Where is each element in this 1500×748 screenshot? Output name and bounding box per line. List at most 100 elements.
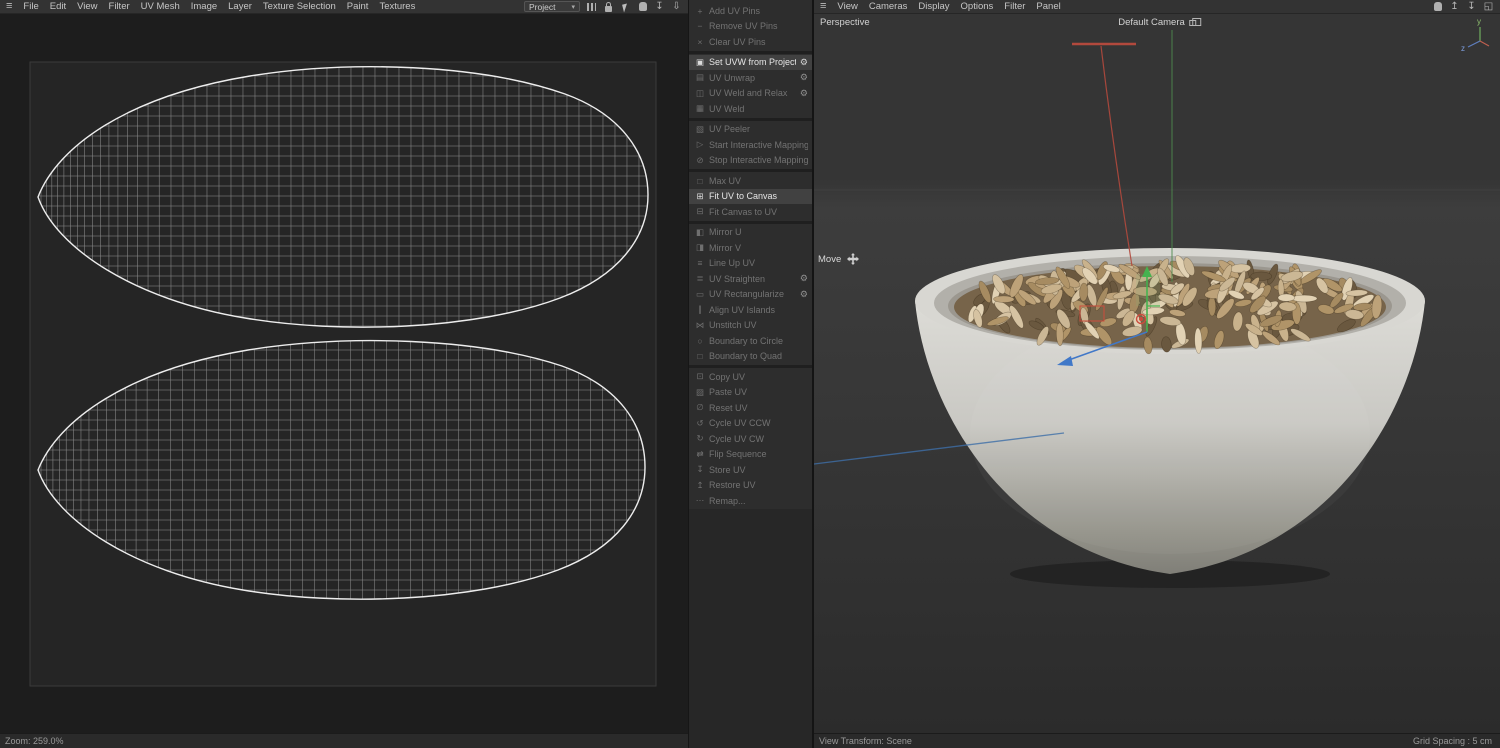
download-arrow-icon[interactable]: ⇩ — [671, 1, 682, 13]
tool-item-label: Unstitch UV — [709, 320, 757, 331]
tool-item-max-uv[interactable]: □ Max UV — [689, 173, 812, 189]
tool-item-add-uv-pins[interactable]: + Add UV Pins — [689, 3, 812, 19]
tool-item-cycle-uv-ccw[interactable]: ↺ Cycle UV CCW — [689, 416, 812, 432]
clear-uv-pins-icon: × — [697, 36, 703, 47]
gear-icon[interactable]: ⚙ — [800, 273, 808, 284]
zoom-level: Zoom: 259.0% — [5, 736, 64, 746]
tool-item-reset-uv[interactable]: ∅ Reset UV — [689, 400, 812, 416]
camera-label[interactable]: Default Camera — [1118, 17, 1201, 28]
gizmo-red-dot — [1139, 317, 1143, 321]
cursor-icon[interactable] — [620, 1, 631, 13]
menu-textures[interactable]: Textures — [379, 1, 415, 12]
tool-item-fit-uv-to-canvas[interactable]: ⊞ Fit UV to Canvas — [689, 188, 812, 204]
viewport-menu-filter[interactable]: Filter — [1004, 1, 1025, 12]
tool-item-label: Restore UV — [709, 480, 756, 491]
max-uv-icon: □ — [697, 175, 703, 186]
tool-item-paste-uv[interactable]: ▨ Paste UV — [689, 385, 812, 401]
tool-item-boundary-to-circle[interactable]: ○ Boundary to Circle — [689, 333, 812, 349]
tool-item-copy-uv[interactable]: ⊡ Copy UV — [689, 369, 812, 385]
tool-group-separator — [689, 169, 812, 172]
tool-item-set-uvw-from-projection[interactable]: ▣ Set UVW from Projection ⚙ — [689, 54, 812, 70]
tool-item-remap[interactable]: ⋯ Remap... — [689, 493, 812, 509]
reset-uv-icon: ∅ — [696, 402, 704, 413]
menu-file[interactable]: File — [23, 1, 38, 12]
tool-item-label: Flip Sequence — [709, 449, 767, 460]
uv-weld-and-relax-icon: ◫ — [695, 87, 705, 98]
import-arrow-icon[interactable]: ↧ — [1466, 1, 1477, 13]
tool-item-label: Clear UV Pins — [709, 36, 766, 47]
axis-gadget: y z — [1461, 17, 1490, 53]
tool-item-align-uv-islands[interactable]: ∥ Align UV Islands — [689, 302, 812, 318]
viewport-menu-cameras[interactable]: Cameras — [869, 1, 908, 12]
tool-item-uv-unwrap[interactable]: ▤ UV Unwrap ⚙ — [689, 70, 812, 86]
tool-item-clear-uv-pins[interactable]: × Clear UV Pins — [689, 34, 812, 50]
gear-icon[interactable]: ⚙ — [800, 88, 808, 99]
project-selector[interactable]: Project ▾ — [524, 1, 580, 12]
mirror-u-icon: ◧ — [695, 226, 705, 237]
camera-swap-icon[interactable] — [1188, 17, 1201, 26]
tool-item-uv-rectangularize[interactable]: ▭ UV Rectangularize ⚙ — [689, 287, 812, 303]
tool-item-fit-canvas-to-uv[interactable]: ⊟ Fit Canvas to UV — [689, 204, 812, 220]
menu-uv-mesh[interactable]: UV Mesh — [141, 1, 180, 12]
tool-item-uv-weld-and-relax[interactable]: ◫ UV Weld and Relax ⚙ — [689, 86, 812, 102]
active-tool-label[interactable]: Move — [818, 253, 860, 265]
tool-item-mirror-v[interactable]: ◨ Mirror V — [689, 240, 812, 256]
mirror-v-icon: ◨ — [695, 242, 705, 253]
align-uv-islands-icon: ∥ — [697, 304, 703, 315]
menu-edit[interactable]: Edit — [50, 1, 66, 12]
tool-item-stop-interactive-mapping[interactable]: ⊘ Stop Interactive Mapping — [689, 153, 812, 169]
tool-item-remove-uv-pins[interactable]: − Remove UV Pins — [689, 19, 812, 35]
viewport-scene[interactable] — [814, 14, 1500, 733]
hand-icon[interactable] — [1432, 1, 1443, 13]
remove-uv-pins-icon: − — [697, 21, 703, 32]
tool-item-mirror-u[interactable]: ◧ Mirror U — [689, 225, 812, 241]
tool-item-uv-weld[interactable]: ▦ UV Weld — [689, 101, 812, 117]
menu-filter[interactable]: Filter — [109, 1, 130, 12]
cycle-uv-cw-icon: ↻ — [696, 433, 704, 444]
menu-layer[interactable]: Layer — [228, 1, 252, 12]
tool-group-separator — [689, 50, 812, 54]
import-arrow-icon[interactable]: ↧ — [654, 1, 665, 13]
viewport-menu-display[interactable]: Display — [918, 1, 949, 12]
tool-item-boundary-to-quad[interactable]: □ Boundary to Quad — [689, 349, 812, 365]
tool-item-cycle-uv-cw[interactable]: ↻ Cycle UV CW — [689, 431, 812, 447]
tool-item-unstitch-uv[interactable]: ⋈ Unstitch UV — [689, 318, 812, 334]
tool-item-uv-peeler[interactable]: ▧ UV Peeler — [689, 122, 812, 138]
lock-icon[interactable] — [603, 1, 614, 13]
tool-item-restore-uv[interactable]: ↥ Restore UV — [689, 478, 812, 494]
gear-icon[interactable]: ⚙ — [800, 57, 808, 68]
view-type-label[interactable]: Perspective — [820, 17, 870, 28]
uv-image-region — [29, 61, 657, 687]
tool-item-flip-sequence[interactable]: ⇄ Flip Sequence — [689, 447, 812, 463]
menu-texture-selection[interactable]: Texture Selection — [263, 1, 336, 12]
hand-icon[interactable] — [637, 1, 648, 13]
gear-icon[interactable]: ⚙ — [800, 72, 808, 83]
viewport-menu-options[interactable]: Options — [961, 1, 994, 12]
tool-item-line-up-uv[interactable]: ≡ Line Up UV — [689, 256, 812, 272]
viewport-menu-view[interactable]: View — [837, 1, 857, 12]
boundary-to-circle-icon: ○ — [697, 335, 703, 346]
uv-menubar: ≡ File Edit View Filter UV Mesh Image Layer Tex… — [0, 0, 688, 14]
tool-item-label: Copy UV — [709, 371, 746, 382]
tool-item-label: Align UV Islands — [709, 304, 776, 315]
copy-uv-icon: ⊡ — [696, 371, 704, 382]
hamburger-menu-icon[interactable]: ≡ — [6, 0, 12, 13]
menu-image[interactable]: Image — [191, 1, 217, 12]
maximize-icon[interactable]: ◱ — [1483, 1, 1494, 13]
start-interactive-mapping-icon: ▷ — [696, 139, 704, 150]
tool-item-uv-straighten[interactable]: ≣ UV Straighten ⚙ — [689, 271, 812, 287]
hamburger-menu-icon[interactable]: ≡ — [820, 0, 826, 13]
tool-item-label: Cycle UV CW — [709, 433, 765, 444]
gear-icon[interactable]: ⚙ — [800, 289, 808, 300]
uv-canvas[interactable] — [0, 14, 688, 733]
export-arrow-icon[interactable]: ↥ — [1449, 1, 1460, 13]
uv-tool-list: + Add UV Pins − Remove UV Pins × Clear UV Pin… — [689, 0, 812, 509]
menu-paint[interactable]: Paint — [347, 1, 369, 12]
viewport-menu-panel[interactable]: Panel — [1036, 1, 1060, 12]
tool-item-store-uv[interactable]: ↧ Store UV — [689, 462, 812, 478]
histogram-icon[interactable] — [586, 1, 597, 13]
menu-view[interactable]: View — [77, 1, 97, 12]
tool-item-start-interactive-mapping[interactable]: ▷ Start Interactive Mapping — [689, 137, 812, 153]
uv-menubar-right: Project ▾ ↧ ⇩ — [524, 1, 682, 13]
uv-statusbar: Zoom: 259.0% — [0, 733, 688, 748]
